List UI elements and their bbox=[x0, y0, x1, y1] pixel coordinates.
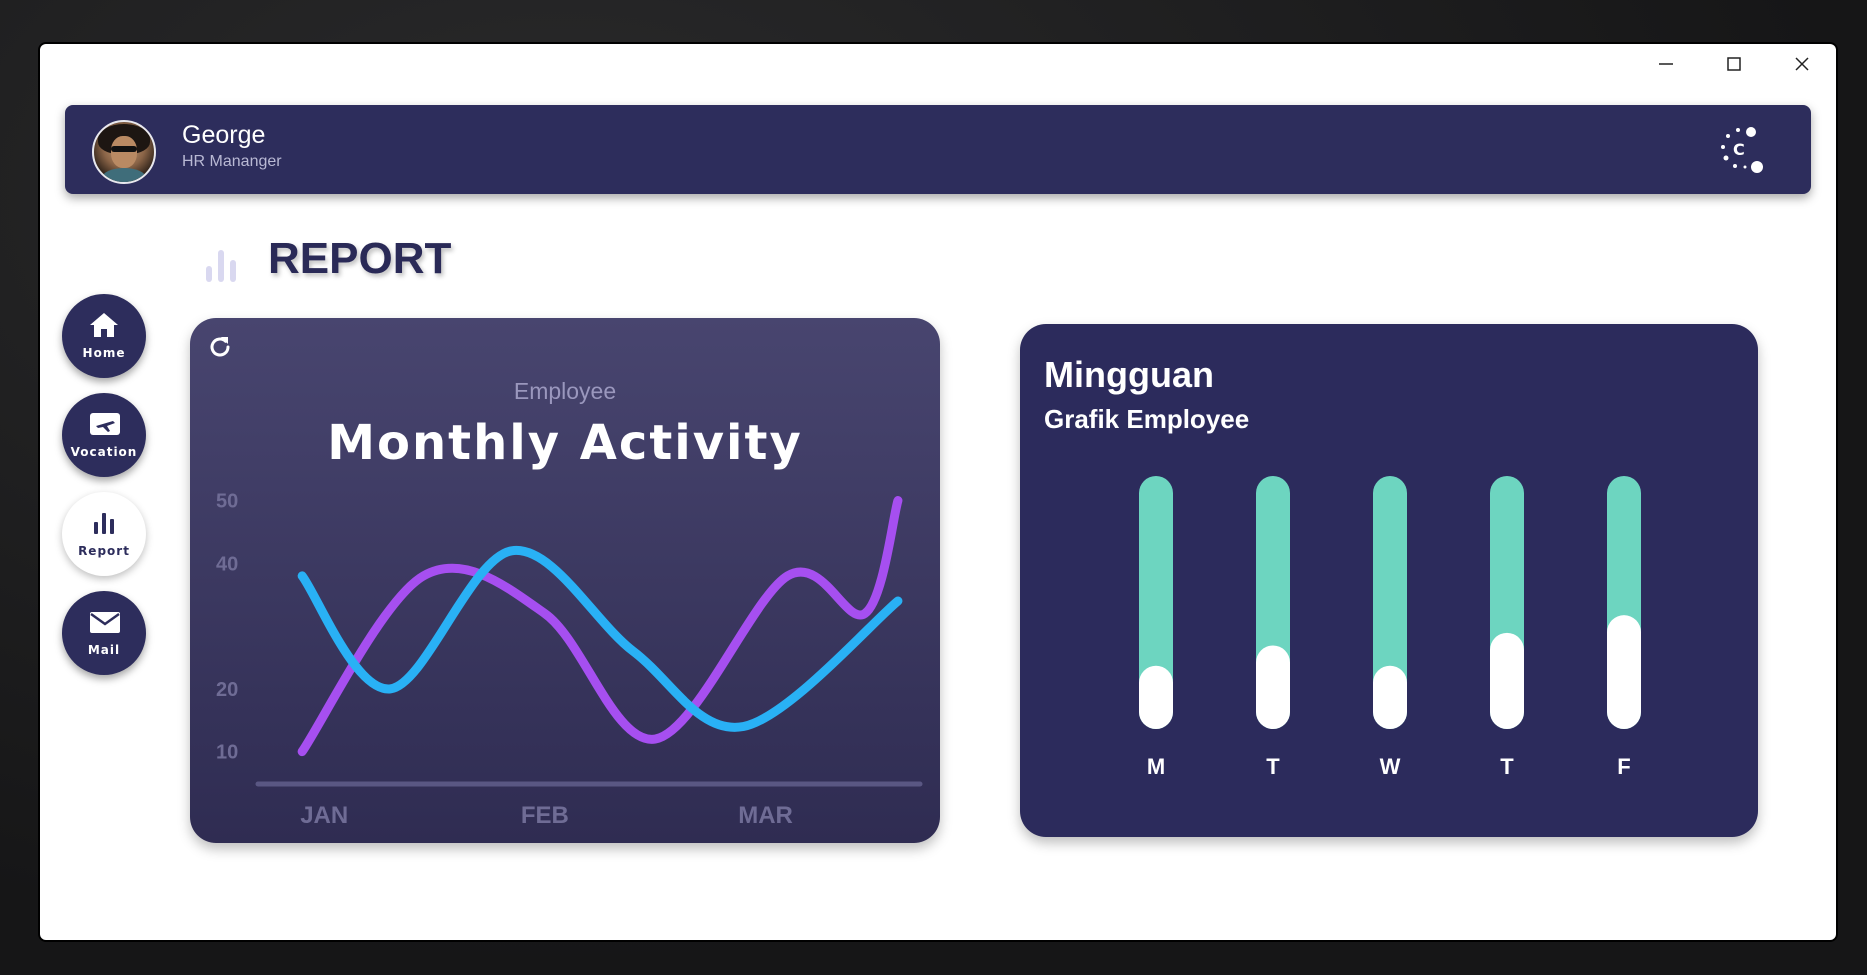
bar-day-label: T bbox=[1500, 754, 1514, 779]
mail-icon bbox=[90, 612, 120, 633]
monthly-activity-card: Employee Monthly Activity 10 20 40 50 JAN FEB… bbox=[190, 318, 940, 843]
report-title-icon bbox=[206, 250, 236, 282]
y-tick-label: 40 bbox=[216, 553, 238, 575]
x-tick-label: FEB bbox=[521, 802, 569, 829]
bar-fill bbox=[1490, 632, 1524, 729]
nav-vocation-label: Vocation bbox=[70, 445, 138, 459]
bar-chart-icon bbox=[94, 513, 114, 534]
maximize-icon bbox=[1727, 57, 1741, 71]
monthly-line-chart: 10 20 40 50 JAN FEB MAR bbox=[216, 491, 923, 829]
brand-logo-icon: C bbox=[1721, 127, 1763, 173]
avatar-shirt bbox=[102, 168, 146, 182]
bar-day-label: F bbox=[1617, 754, 1630, 779]
weekly-card: Mingguan Grafik Employee MTWTF bbox=[1020, 324, 1758, 837]
nav-home-label: Home bbox=[82, 346, 126, 360]
minimize-button[interactable] bbox=[1632, 44, 1700, 84]
flight-ticket-icon bbox=[90, 413, 120, 435]
bar-fill bbox=[1139, 665, 1173, 729]
user-role: HR Mananger bbox=[182, 153, 282, 170]
avatar-glasses bbox=[111, 146, 137, 152]
nav-mail-label: Mail bbox=[87, 643, 121, 657]
bar-fill bbox=[1256, 645, 1290, 729]
x-tick-label: JAN bbox=[300, 802, 348, 829]
user-avatar[interactable] bbox=[92, 120, 156, 184]
y-tick-label: 20 bbox=[216, 679, 238, 701]
x-tick-label: MAR bbox=[738, 802, 793, 829]
bar-day-label: M bbox=[1147, 754, 1165, 779]
nav-report-label: Report bbox=[78, 544, 130, 558]
y-tick-label: 50 bbox=[216, 491, 238, 513]
nav-report-button[interactable]: Report bbox=[62, 492, 146, 576]
avatar-face bbox=[111, 136, 137, 168]
user-name: George bbox=[182, 121, 266, 149]
nav-mail-button[interactable]: Mail bbox=[62, 591, 146, 675]
bar-fill bbox=[1607, 615, 1641, 729]
nav-home-button[interactable]: Home bbox=[62, 294, 146, 378]
app-window: George HR Mananger C REPORT Home Vocatio… bbox=[40, 44, 1836, 940]
y-tick-label: 10 bbox=[216, 742, 238, 764]
svg-text:C: C bbox=[1733, 140, 1745, 159]
bar-fill bbox=[1373, 665, 1407, 729]
window-controls bbox=[1632, 44, 1836, 84]
weekly-bar-chart: MTWTF bbox=[1139, 476, 1641, 779]
bar-day-label: W bbox=[1380, 754, 1401, 779]
page-title: REPORT bbox=[268, 234, 452, 283]
header-bar: George HR Mananger C bbox=[65, 105, 1811, 194]
close-icon bbox=[1795, 57, 1809, 71]
maximize-button[interactable] bbox=[1700, 44, 1768, 84]
bar-day-label: T bbox=[1266, 754, 1280, 779]
home-icon bbox=[90, 313, 118, 337]
series-line-purple bbox=[297, 496, 903, 757]
nav-vocation-button[interactable]: Vocation bbox=[62, 393, 146, 477]
close-button[interactable] bbox=[1768, 44, 1836, 84]
minimize-icon bbox=[1659, 63, 1673, 65]
